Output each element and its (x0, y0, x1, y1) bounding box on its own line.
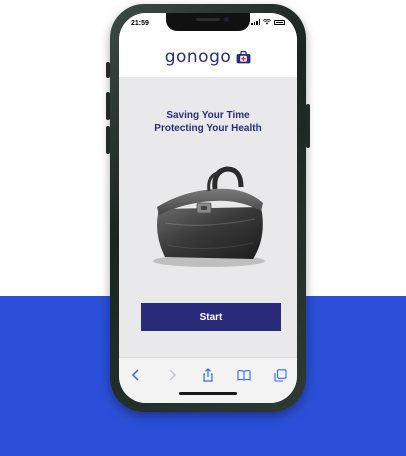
status-time: 21:59 (131, 20, 149, 27)
headline-line-1: Saving Your Time (166, 110, 250, 121)
headline-line-2: Protecting Your Health (154, 123, 262, 134)
forward-icon[interactable] (163, 366, 181, 384)
app-header: gonogo (119, 37, 297, 77)
phone-notch (166, 13, 250, 31)
home-indicator[interactable] (179, 392, 237, 395)
doctor-bag-image (153, 166, 265, 267)
tabs-icon[interactable] (271, 366, 289, 384)
battery-icon (274, 19, 285, 25)
bookmarks-icon[interactable] (235, 366, 253, 384)
start-button[interactable]: Start (141, 303, 281, 331)
notch-speaker (196, 18, 220, 21)
power-button (306, 104, 310, 148)
phone-frame: 21:59 gonogo Saving Your Time Protecting… (110, 4, 306, 412)
signal-icon (251, 19, 260, 25)
headline: Saving Your Time Protecting Your Health (119, 109, 297, 135)
status-icons (251, 19, 285, 25)
back-icon[interactable] (127, 366, 145, 384)
medical-bag-icon (236, 50, 251, 63)
brand-logo-text: gonogo (164, 47, 232, 67)
share-icon[interactable] (199, 366, 217, 384)
browser-toolbar (119, 357, 297, 403)
phone-screen: 21:59 gonogo Saving Your Time Protecting… (119, 13, 297, 403)
wifi-icon (263, 19, 271, 25)
front-camera (224, 17, 229, 22)
